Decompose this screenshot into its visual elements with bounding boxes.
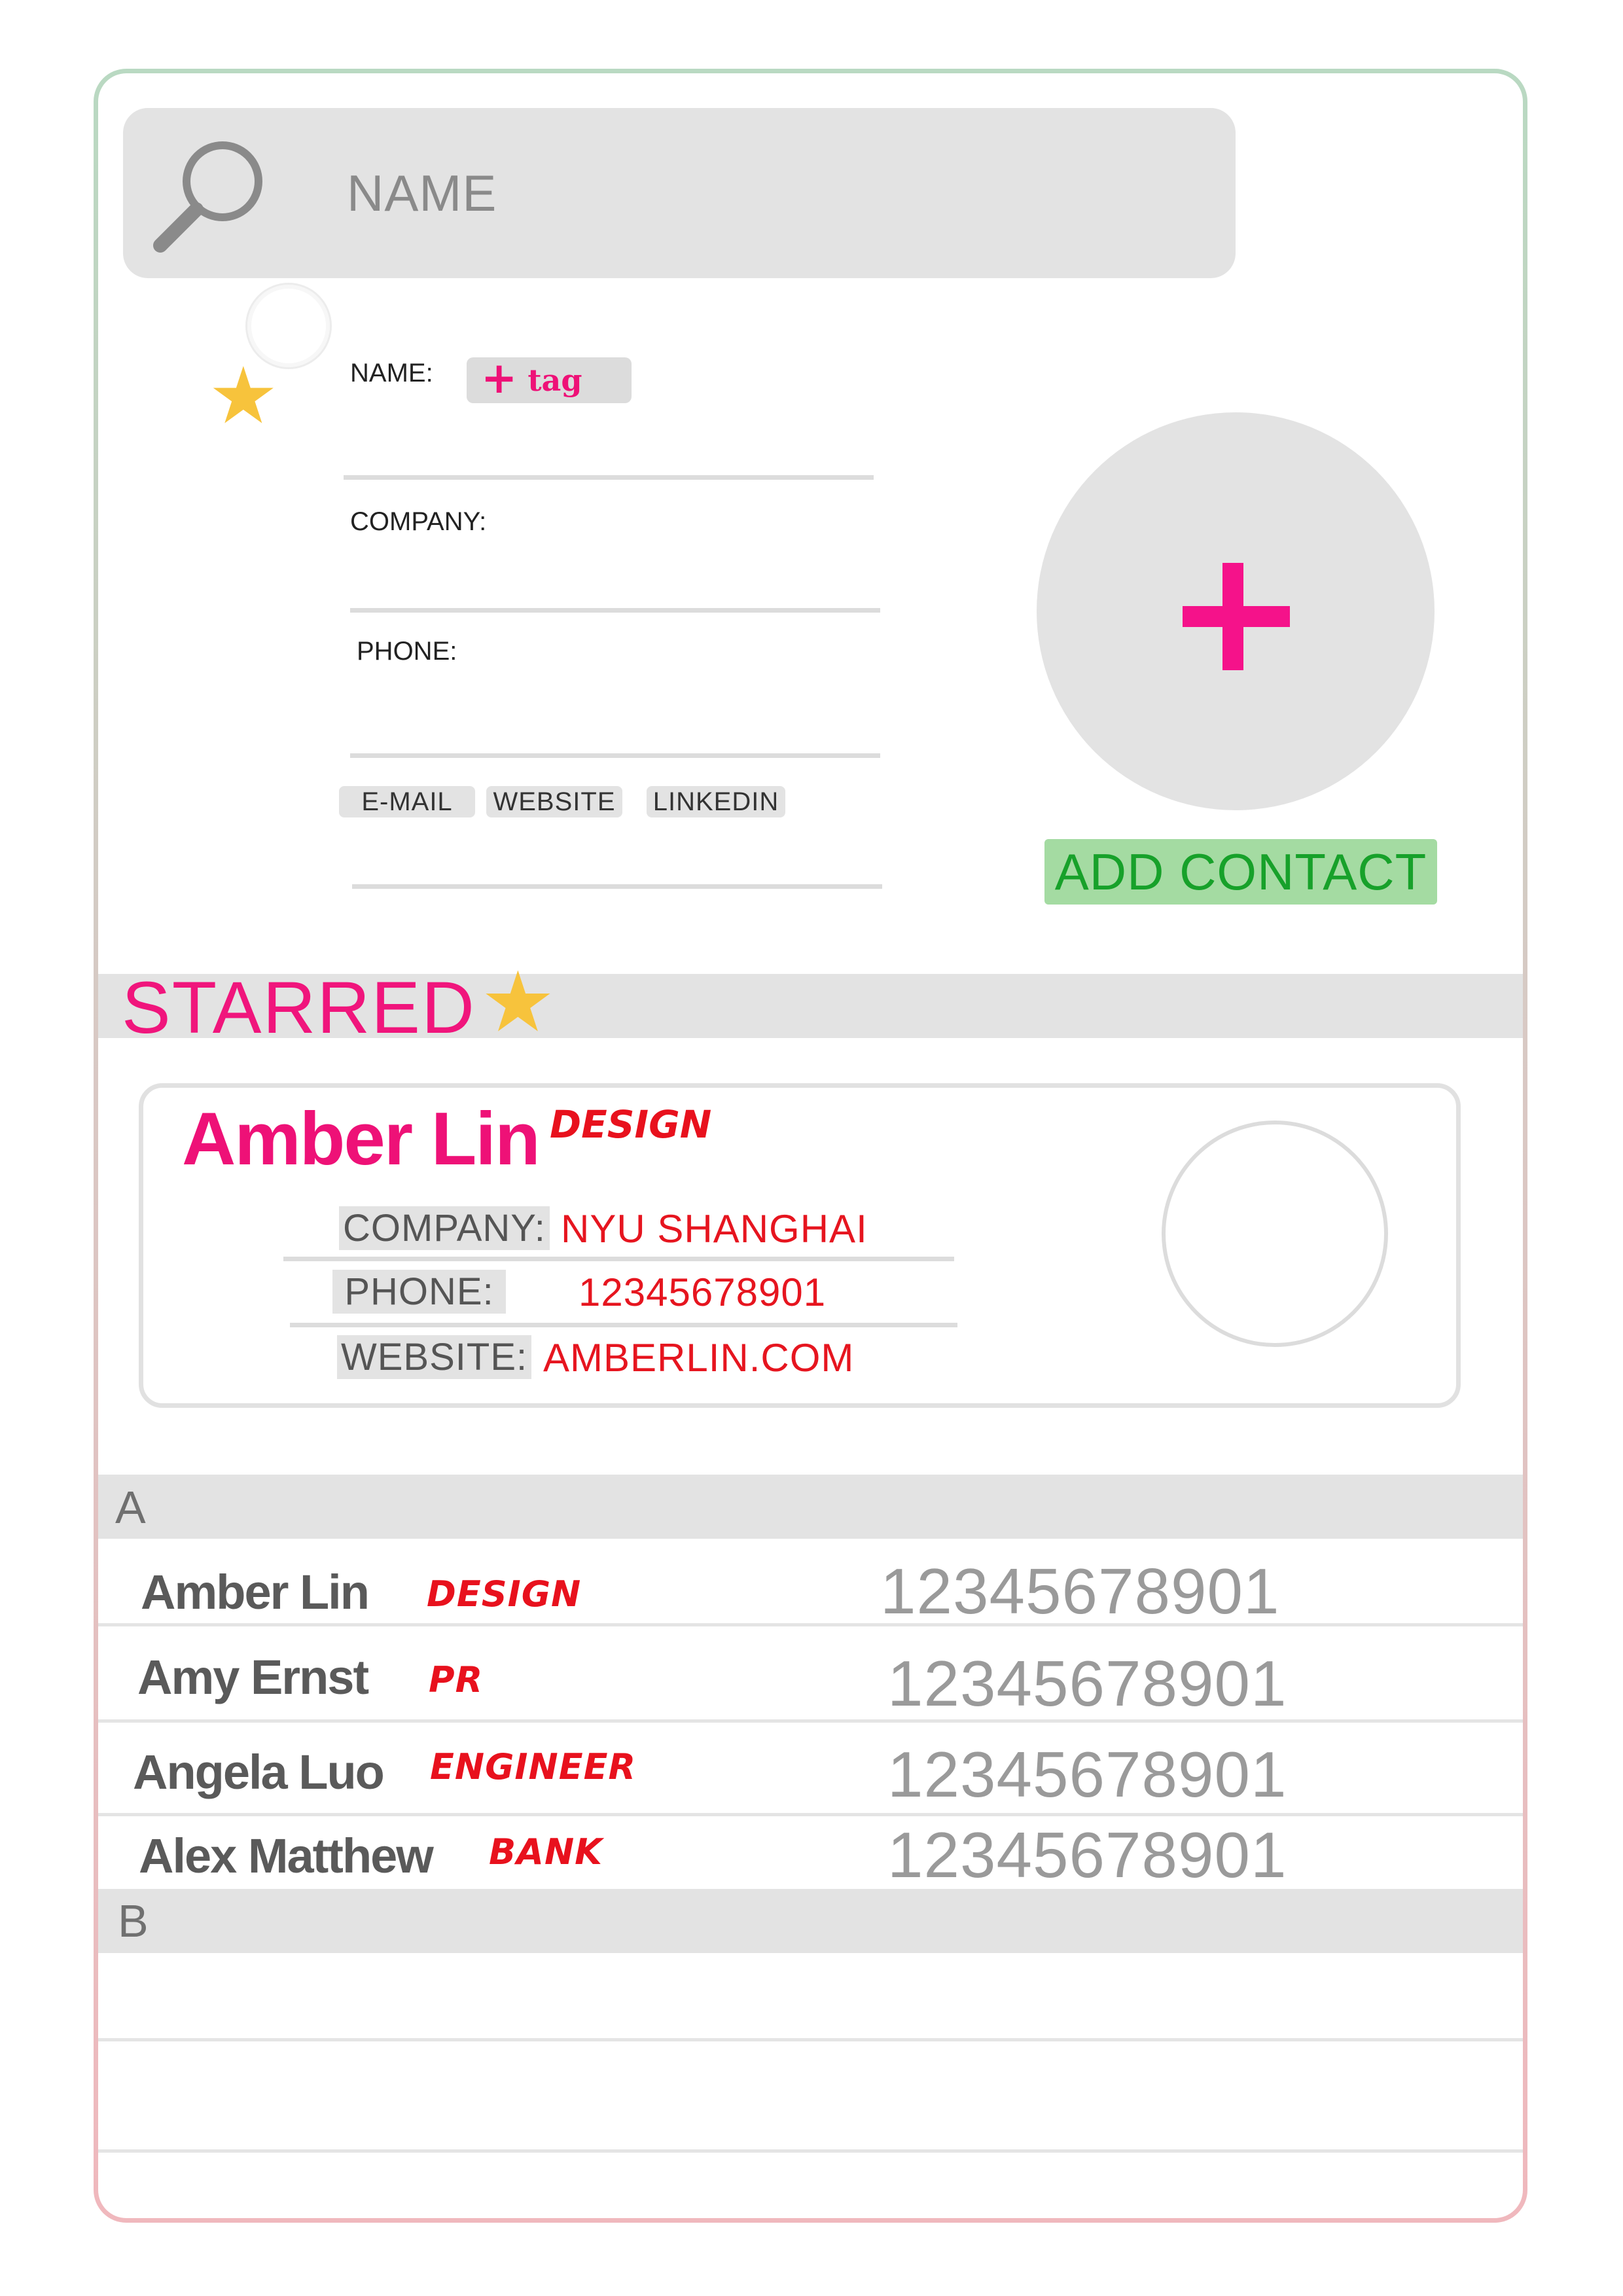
website-chip[interactable]: WEBSITE bbox=[486, 786, 622, 817]
contact-tag: DESIGN bbox=[427, 1573, 582, 1615]
plus-icon: + bbox=[481, 353, 518, 403]
contact-tag: ENGINEER bbox=[430, 1746, 637, 1787]
linkedin-chip[interactable]: LINKEDIN bbox=[647, 786, 785, 817]
name-label: NAME: bbox=[350, 359, 433, 387]
contact-name: Alex Matthew bbox=[139, 1829, 434, 1883]
card-company-label: COMPANY: bbox=[339, 1206, 550, 1250]
contact-name: Angela Luo bbox=[133, 1745, 385, 1799]
add-tag-button[interactable]: + tag bbox=[467, 357, 632, 403]
section-letter-a: A bbox=[115, 1482, 146, 1533]
search-input[interactable]: NAME bbox=[347, 164, 497, 223]
contact-phone: 12345678901 bbox=[880, 1555, 1280, 1627]
row-divider bbox=[98, 1719, 1523, 1723]
row-divider bbox=[98, 1623, 1523, 1626]
section-header-a bbox=[98, 1475, 1523, 1539]
card-website-label: WEBSITE: bbox=[337, 1335, 532, 1379]
card-phone-value: 12345678901 bbox=[579, 1270, 827, 1314]
plus-icon bbox=[1183, 606, 1290, 627]
name-field[interactable] bbox=[344, 475, 874, 480]
search-icon[interactable] bbox=[147, 134, 278, 265]
starred-title: STARRED bbox=[122, 967, 476, 1049]
email-chip[interactable]: E-MAIL bbox=[339, 786, 475, 817]
star-icon[interactable]: ★ bbox=[208, 357, 279, 435]
contact-name: Amy Ernst bbox=[137, 1650, 369, 1704]
star-icon: ★ bbox=[480, 956, 556, 1049]
card-phone-label: PHONE: bbox=[332, 1270, 506, 1314]
contact-phone: 12345678901 bbox=[887, 1819, 1287, 1891]
card-divider bbox=[290, 1323, 957, 1327]
section-letter-b: B bbox=[118, 1895, 149, 1946]
card-website-value[interactable]: AMBERLIN.COM bbox=[543, 1335, 854, 1380]
card-company-value: NYU SHANGHAI bbox=[561, 1207, 868, 1251]
contact-link-field[interactable] bbox=[352, 884, 882, 889]
contact-phone: 12345678901 bbox=[887, 1647, 1287, 1719]
card-avatar bbox=[1162, 1121, 1388, 1347]
row-divider bbox=[98, 2149, 1523, 2153]
card-contact-name: Amber Lin bbox=[182, 1098, 541, 1181]
contact-phone: 12345678901 bbox=[887, 1738, 1287, 1810]
contact-tag: PR bbox=[429, 1659, 484, 1700]
phone-field[interactable] bbox=[350, 753, 880, 758]
card-contact-tag: DESIGN bbox=[550, 1102, 712, 1147]
contact-name: Amber Lin bbox=[141, 1565, 370, 1619]
company-field[interactable] bbox=[350, 608, 880, 613]
add-tag-label: tag bbox=[527, 363, 582, 398]
phone-label: PHONE: bbox=[357, 637, 457, 666]
row-divider bbox=[98, 1813, 1523, 1816]
section-header-b bbox=[98, 1889, 1523, 1953]
company-label: COMPANY: bbox=[350, 507, 487, 536]
contact-tag: BANK bbox=[489, 1831, 603, 1873]
add-contact-button[interactable]: ADD CONTACT bbox=[1044, 839, 1437, 905]
row-divider bbox=[98, 2038, 1523, 2041]
card-divider bbox=[283, 1257, 954, 1261]
search-bar[interactable] bbox=[123, 108, 1236, 278]
